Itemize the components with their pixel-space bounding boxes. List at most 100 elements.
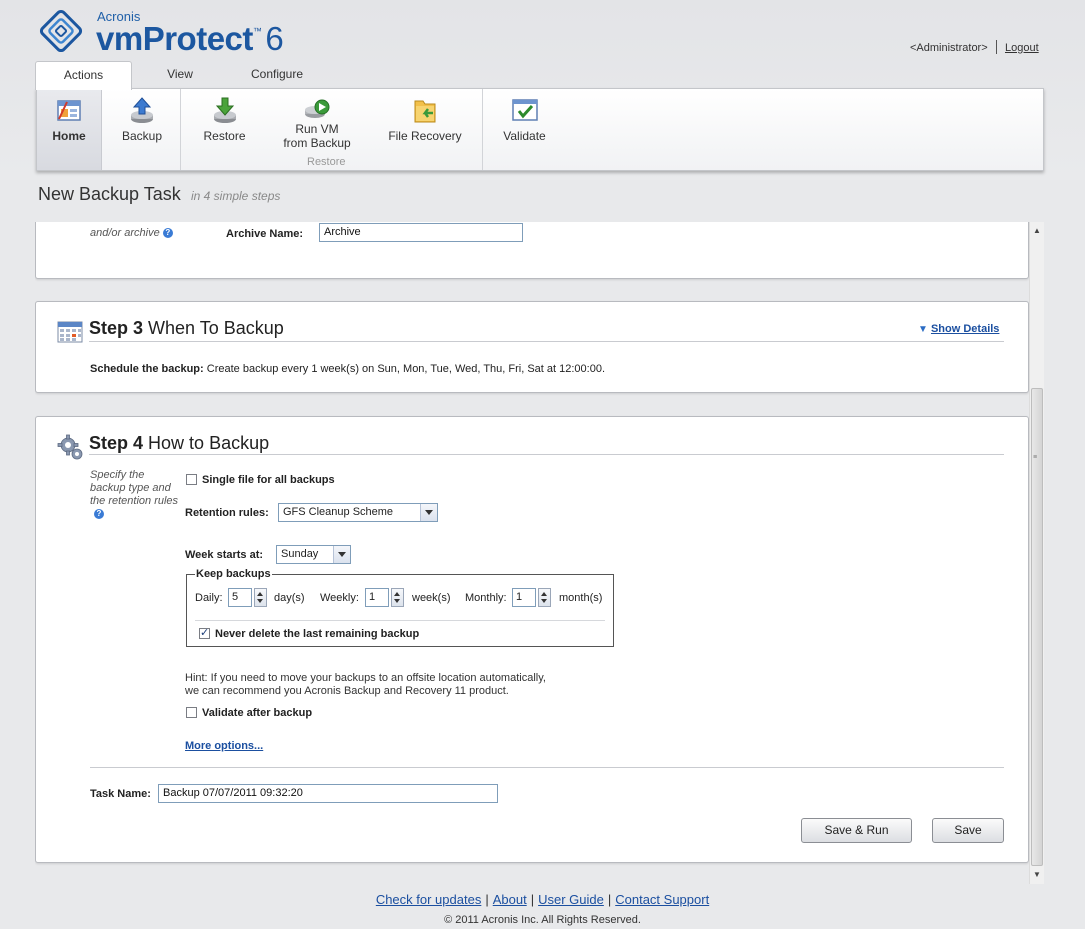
footer-separator: | (530, 892, 535, 907)
vertical-scrollbar[interactable]: ▲ ≡ ▼ (1029, 222, 1044, 884)
step4-card: Step 4 How to Backup Specify the backup … (35, 416, 1029, 863)
monthly-value[interactable]: 1 (512, 588, 536, 607)
monthly-unit: month(s) (559, 592, 603, 604)
step4-hint-line1: Specify the (90, 469, 145, 481)
step4-divider (89, 454, 1004, 455)
validate-after-backup-checkbox[interactable] (186, 707, 197, 718)
step3-number: Step 3 (89, 318, 144, 338)
hint-text-line2: we can recommend you Acronis Backup and … (185, 685, 509, 697)
home-button[interactable]: Home (37, 89, 102, 170)
restore-group-label: Restore (307, 156, 346, 168)
footer-separator: | (485, 892, 489, 907)
calendar-icon (57, 321, 83, 343)
validate-button[interactable]: Validate (487, 89, 562, 170)
run-vm-label-line1: Run VM (295, 122, 339, 136)
step4-hint: Specify the backup type and the retentio… (90, 469, 178, 521)
show-details-link[interactable]: Show Details (931, 323, 999, 335)
step4-number: Step 4 (89, 433, 144, 453)
tab-actions[interactable]: Actions (35, 61, 132, 90)
scroll-down-icon[interactable]: ▼ (1030, 866, 1044, 884)
validate-icon (511, 99, 538, 121)
footer-separator: | (607, 892, 612, 907)
schedule-row: Schedule the backup: Create backup every… (90, 363, 605, 375)
hint-text-line1: Hint: If you need to move your backups t… (185, 672, 546, 684)
help-icon[interactable]: ? (94, 509, 104, 520)
spinner-arrows-icon[interactable] (391, 588, 404, 607)
task-name-label: Task Name: (90, 788, 151, 800)
single-file-label: Single file for all backups (202, 474, 335, 486)
file-recovery-icon (414, 100, 436, 123)
daily-unit: day(s) (274, 592, 305, 604)
tab-view[interactable]: View (135, 61, 225, 88)
contact-support-link[interactable]: Contact Support (615, 892, 709, 907)
validate-after-backup-label: Validate after backup (202, 707, 313, 719)
run-vm-icon (305, 99, 330, 118)
step3-divider (89, 341, 1004, 342)
user-guide-link[interactable]: User Guide (538, 892, 604, 907)
save-and-run-button[interactable]: Save & Run (801, 818, 912, 843)
step3-card: Step 3 When To Backup ▼ Show Details Sch… (35, 301, 1029, 393)
logout-link[interactable]: Logout (1005, 42, 1039, 54)
schedule-value: Create backup every 1 week(s) on Sun, Mo… (206, 363, 606, 375)
restore-icon (213, 97, 236, 123)
retention-rules-value: GFS Cleanup Scheme (283, 506, 394, 518)
week-starts-label: Week starts at: (185, 549, 264, 561)
ribbon-separator (482, 89, 483, 170)
product-version: 6 (265, 20, 284, 57)
step2-hint-text: and/or archive (90, 227, 160, 239)
task-divider (90, 767, 1004, 768)
daily-value[interactable]: 5 (228, 588, 252, 607)
footer-links: Check for updates | About | User Guide | Conta… (0, 892, 1085, 907)
weekly-value[interactable]: 1 (365, 588, 389, 607)
retention-rules-select[interactable]: GFS Cleanup Scheme (278, 503, 438, 522)
restore-button[interactable]: Restore (187, 89, 262, 170)
check-updates-link[interactable]: Check for updates (376, 892, 482, 907)
keep-backups-group: Keep backups Daily: 5 day(s) Weekly: 1 w… (186, 568, 614, 647)
scroll-up-icon[interactable]: ▲ (1030, 222, 1044, 240)
spinner-arrows-icon[interactable] (538, 588, 551, 607)
step2-hint: and/or archive ? (90, 227, 173, 240)
group-divider (195, 620, 605, 621)
restore-label: Restore (203, 129, 246, 143)
backup-label: Backup (121, 129, 163, 143)
ribbon-toolbar: Home Backup Restore Run VM from Backup F… (36, 88, 1044, 171)
single-file-checkbox[interactable] (186, 474, 197, 485)
step3-title: Step 3 When To Backup (89, 318, 284, 339)
week-starts-select[interactable]: Sunday (276, 545, 351, 564)
about-link[interactable]: About (493, 892, 527, 907)
header-separator (996, 40, 997, 54)
hint-text: Hint: If you need to move your backups t… (185, 672, 546, 698)
gears-icon (57, 434, 83, 460)
product-name: vmProtect™ 6 (96, 20, 284, 58)
grip-icon: ≡ (1033, 454, 1038, 461)
ribbon-separator (180, 89, 181, 170)
schedule-label: Schedule the backup: (90, 363, 204, 375)
user-name: <Administrator> (910, 42, 988, 54)
show-details-toggle[interactable]: ▼ Show Details (918, 323, 999, 335)
retention-rules-label: Retention rules: (185, 507, 269, 519)
acronis-logo-icon (39, 9, 83, 53)
spinner-arrows-icon[interactable] (254, 588, 267, 607)
never-delete-label: Never delete the last remaining backup (215, 628, 420, 640)
backup-icon (131, 97, 153, 123)
tab-configure[interactable]: Configure (232, 61, 322, 88)
save-button[interactable]: Save (932, 818, 1004, 843)
never-delete-checkbox[interactable] (199, 626, 210, 639)
daily-label: Daily: (195, 592, 223, 604)
archive-name-input[interactable]: Archive (319, 223, 523, 242)
triangle-down-icon: ▼ (918, 324, 928, 335)
chevron-down-icon (420, 504, 437, 521)
weekly-label: Weekly: (320, 592, 359, 604)
step2-card: and/or archive ? Archive Name: Archive (35, 222, 1029, 279)
copyright: © 2011 Acronis Inc. All Rights Reserved. (444, 914, 641, 926)
week-starts-value: Sunday (281, 548, 319, 560)
backup-button[interactable]: Backup (107, 89, 177, 170)
task-name-input[interactable]: Backup 07/07/2011 09:32:20 (158, 784, 498, 803)
chevron-down-icon (333, 546, 350, 563)
help-icon[interactable]: ? (162, 228, 173, 239)
more-options-link[interactable]: More options... (185, 740, 263, 752)
weekly-unit: week(s) (412, 592, 451, 604)
home-label: Home (52, 129, 86, 143)
keep-backups-legend: Keep backups (195, 568, 272, 580)
file-recovery-button[interactable]: File Recovery (381, 89, 469, 170)
